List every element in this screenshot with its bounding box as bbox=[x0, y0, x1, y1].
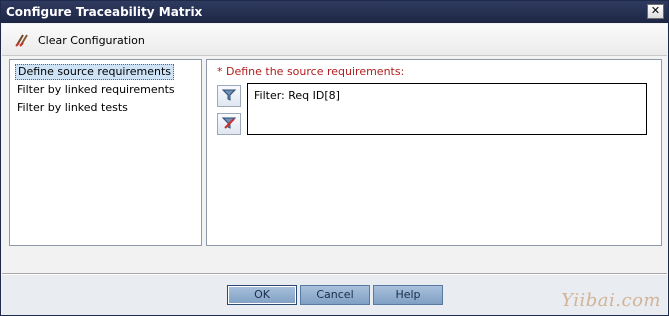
filter-display: Filter: Req ID[8] bbox=[247, 83, 647, 135]
list-item-filter-linked-requirements[interactable]: Filter by linked requirements bbox=[15, 82, 177, 98]
list-item-define-source-requirements[interactable]: Define source requirements bbox=[15, 64, 175, 80]
watermark-logo: Yiibai.com bbox=[561, 290, 661, 311]
list-item-label: Filter by linked tests bbox=[17, 101, 128, 114]
filter-icon bbox=[221, 88, 237, 105]
toolbar: Clear Configuration bbox=[2, 24, 667, 56]
window-title: Configure Traceability Matrix bbox=[6, 5, 203, 19]
filter-button[interactable] bbox=[217, 85, 241, 107]
close-icon: ✕ bbox=[650, 4, 661, 17]
list-item-label: Define source requirements bbox=[18, 65, 172, 78]
steps-list: Define source requirements Filter by lin… bbox=[9, 59, 202, 246]
ok-button[interactable]: OK bbox=[227, 285, 297, 305]
clear-configuration-button[interactable]: Clear Configuration bbox=[14, 31, 145, 49]
title-bar: Configure Traceability Matrix ✕ bbox=[1, 1, 668, 23]
list-item-label: Filter by linked requirements bbox=[17, 83, 175, 96]
clear-filter-icon bbox=[221, 116, 237, 133]
brush-icon bbox=[14, 31, 30, 50]
source-requirements-panel: * Define the source requirements: Filter… bbox=[206, 59, 662, 246]
help-button[interactable]: Help bbox=[373, 285, 443, 305]
close-button[interactable]: ✕ bbox=[647, 4, 664, 19]
list-item-filter-linked-tests[interactable]: Filter by linked tests bbox=[15, 100, 130, 116]
configure-traceability-dialog: Configure Traceability Matrix ✕ Clear Co… bbox=[0, 0, 669, 316]
cancel-button[interactable]: Cancel bbox=[300, 285, 370, 305]
filter-text: Filter: Req ID[8] bbox=[254, 89, 340, 102]
section-label: * Define the source requirements: bbox=[217, 65, 405, 78]
clear-configuration-label: Clear Configuration bbox=[38, 33, 145, 47]
clear-filter-button[interactable] bbox=[217, 113, 241, 135]
dialog-footer: OK Cancel Help Yiibai.com bbox=[2, 275, 667, 315]
